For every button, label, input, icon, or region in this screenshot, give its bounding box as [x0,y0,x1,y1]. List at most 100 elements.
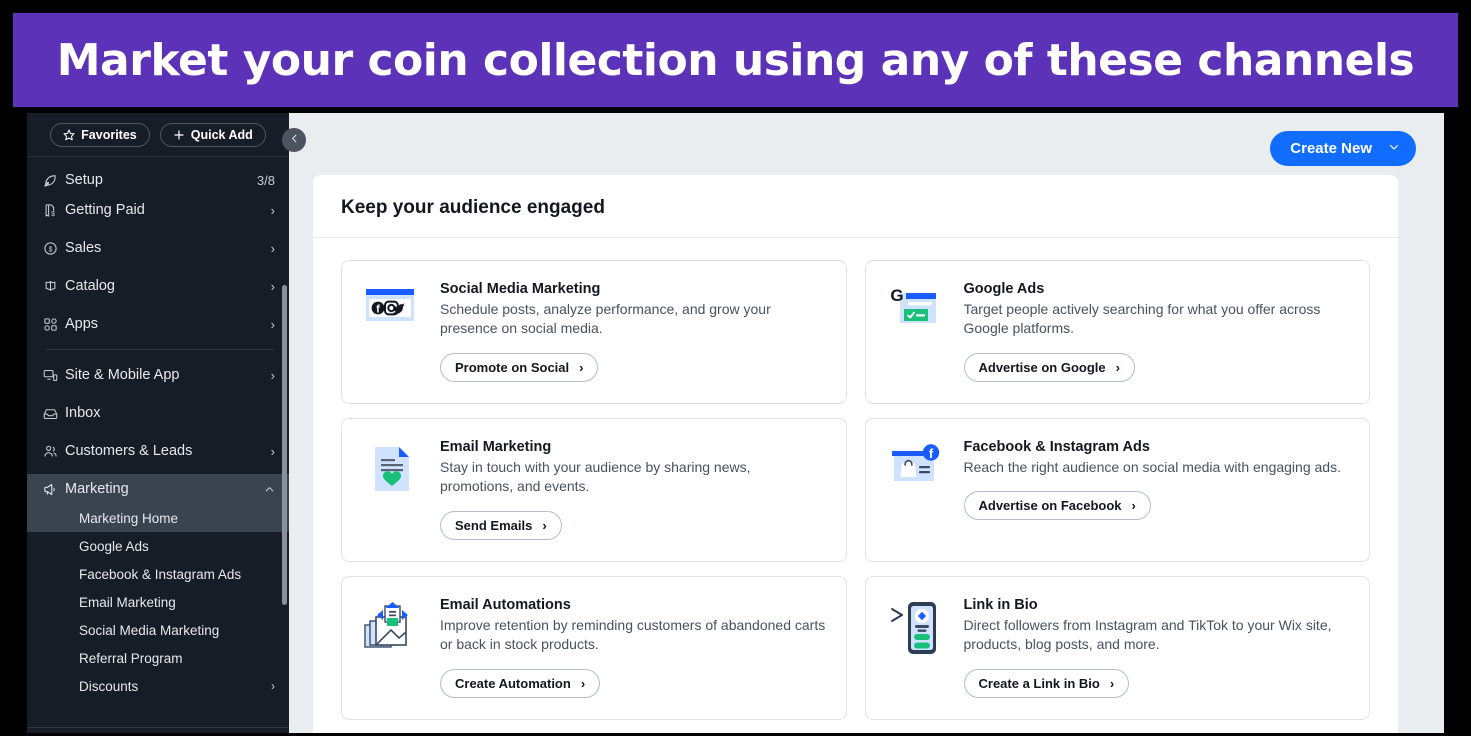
sidebar-subitem-marketing-home[interactable]: Marketing Home [27,504,289,532]
quick-add-button[interactable]: Quick Add [159,122,266,147]
channel-card-body: Link in Bio Direct followers from Instag… [963,597,1352,701]
sidebar-subitem-social-media-marketing[interactable]: Social Media Marketing [27,616,289,644]
create-new-label: Create New [1290,140,1372,157]
channel-card-email-automations[interactable]: Email Automations Improve retention by r… [341,576,847,720]
page-title: Keep your audience engaged [313,175,1398,238]
svg-text:$: $ [49,246,53,253]
favorites-button[interactable]: Favorites [50,122,150,147]
channel-card-title: Email Marketing [440,439,552,455]
sidebar-item-label: Site & Mobile App [65,367,180,383]
send-emails-button[interactable]: Send Emails › [440,510,562,540]
svg-text:f: f [376,304,380,316]
channel-card-body: Email Marketing Stay in touch with your … [440,439,828,543]
channel-card-link-in-bio[interactable]: Link in Bio Direct followers from Instag… [864,576,1370,720]
sidebar-subitem-email-marketing[interactable]: Email Marketing [27,588,289,616]
chevron-right-icon: › [580,675,586,691]
svg-text:f: f [928,446,933,461]
sidebar-item-getting-paid[interactable]: $ Getting Paid › [27,195,289,225]
channel-card-body: Social Media Marketing Schedule posts, a… [440,281,828,385]
sidebar-item-apps[interactable]: Apps › [27,309,289,339]
sidebar-bottom-divider [27,727,289,728]
sidebar-item-marketing[interactable]: Marketing [27,474,289,504]
sidebar-divider [47,349,273,350]
channel-card-body: Email Automations Improve retention by r… [440,597,828,701]
advertise-on-facebook-button[interactable]: Advertise on Facebook › [963,491,1151,521]
channel-card-title: Social Media Marketing [440,281,601,297]
sidebar-item-label: Catalog [65,278,115,294]
sidebar-item-label: Setup [65,172,103,188]
chevron-right-icon: › [542,517,547,533]
sidebar-item-inbox[interactable]: Inbox [27,398,289,428]
receipt-dollar-icon: $ [43,203,65,218]
social-media-window-icon: f [360,281,424,345]
button-label: Promote on Social [455,359,570,375]
sidebar-subitem-label: Discounts [79,678,139,694]
main-topbar: Create New [289,113,1444,177]
sidebar-subitem-google-ads[interactable]: Google Ads [27,532,289,560]
promote-on-social-button[interactable]: Promote on Social › [440,352,599,382]
sidebar-subitem-facebook-instagram-ads[interactable]: Facebook & Instagram Ads [27,560,289,588]
chevron-left-icon [289,131,300,149]
create-link-in-bio-button[interactable]: Create a Link in Bio › [963,668,1130,698]
quick-add-label: Quick Add [190,127,253,142]
sidebar-item-label: Apps [65,316,99,332]
chevron-right-icon: › [579,359,584,375]
google-ads-window-icon: G [884,281,948,345]
people-icon [43,444,65,459]
screenshot-frame-left [0,110,27,736]
channel-card-title: Google Ads [963,281,1045,297]
channel-card-facebook-instagram-ads[interactable]: f Facebook & Instagram Ads Reach the rig… [864,418,1370,562]
monitor-mobile-icon [43,368,65,383]
channel-card-grid: f Social Media Marketing Schedule posts,… [313,238,1398,720]
sidebar-item-label: Getting Paid [65,202,145,218]
sidebar-subitem-label: Google Ads [79,538,149,554]
chevron-right-icon: › [270,443,275,459]
main-content: Create New Keep your audience engaged f … [289,113,1444,736]
chevron-right-icon: › [1115,359,1120,375]
sidebar-subitem-label: Email Marketing [79,594,176,610]
phone-link-icon [884,597,948,661]
app-window: Favorites Quick Add Setup 3/8 $ Getting … [27,113,1444,736]
chevron-right-icon: › [270,316,275,332]
chevron-right-icon: › [270,278,275,294]
sidebar-collapse-button[interactable] [282,128,306,152]
sidebar-item-setup[interactable]: Setup 3/8 [27,165,289,195]
promo-banner: Market your coin collection using any of… [10,10,1461,110]
sidebar-item-customers-leads[interactable]: Customers & Leads › [27,436,289,466]
chevron-right-icon: › [1109,675,1115,691]
apps-grid-icon [43,317,65,332]
channel-card-description: Stay in touch with your audience by shar… [440,459,751,495]
sidebar-item-sales[interactable]: $ Sales › [27,233,289,263]
channel-card-body: Google Ads Target people actively search… [963,281,1352,385]
channel-card-description: Target people actively searching for wha… [963,301,1321,337]
banner-title: Market your coin collection using any of… [56,34,1415,86]
plus-icon [173,129,185,141]
sidebar-item-site-mobile-app[interactable]: Site & Mobile App › [27,360,289,390]
advertise-on-google-button[interactable]: Advertise on Google › [963,352,1135,382]
sidebar-scrollbar[interactable] [282,285,287,605]
channel-card-email-marketing[interactable]: Email Marketing Stay in touch with your … [341,418,847,562]
channel-card-description: Direct followers from Instagram and TikT… [963,617,1332,653]
channel-card-google-ads[interactable]: G Google Ads Target people actively sear… [864,260,1370,404]
engagement-panel: Keep your audience engaged f Social Medi… [313,175,1398,736]
dollar-circle-icon: $ [43,241,65,256]
chevron-up-icon [264,484,275,495]
sidebar-subitem-label: Referral Program [79,650,183,666]
channel-card-social-media-marketing[interactable]: f Social Media Marketing Schedule posts,… [341,260,847,404]
sidebar-item-label: Marketing [65,481,129,497]
screenshot-frame-right [1444,110,1471,736]
sidebar-subitem-discounts[interactable]: Discounts › [27,672,289,700]
chevron-right-icon: › [270,367,275,383]
create-automation-button[interactable]: Create Automation › [440,668,601,698]
sidebar-subitem-referral-program[interactable]: Referral Program [27,644,289,672]
channel-card-title: Link in Bio [963,597,1038,613]
button-label: Send Emails [455,517,533,533]
star-icon [63,129,75,141]
sidebar-item-catalog[interactable]: Catalog › [27,271,289,301]
sidebar-subitem-label: Social Media Marketing [79,622,220,638]
button-label: Create a Link in Bio [978,675,1100,691]
create-new-button[interactable]: Create New [1270,131,1416,166]
